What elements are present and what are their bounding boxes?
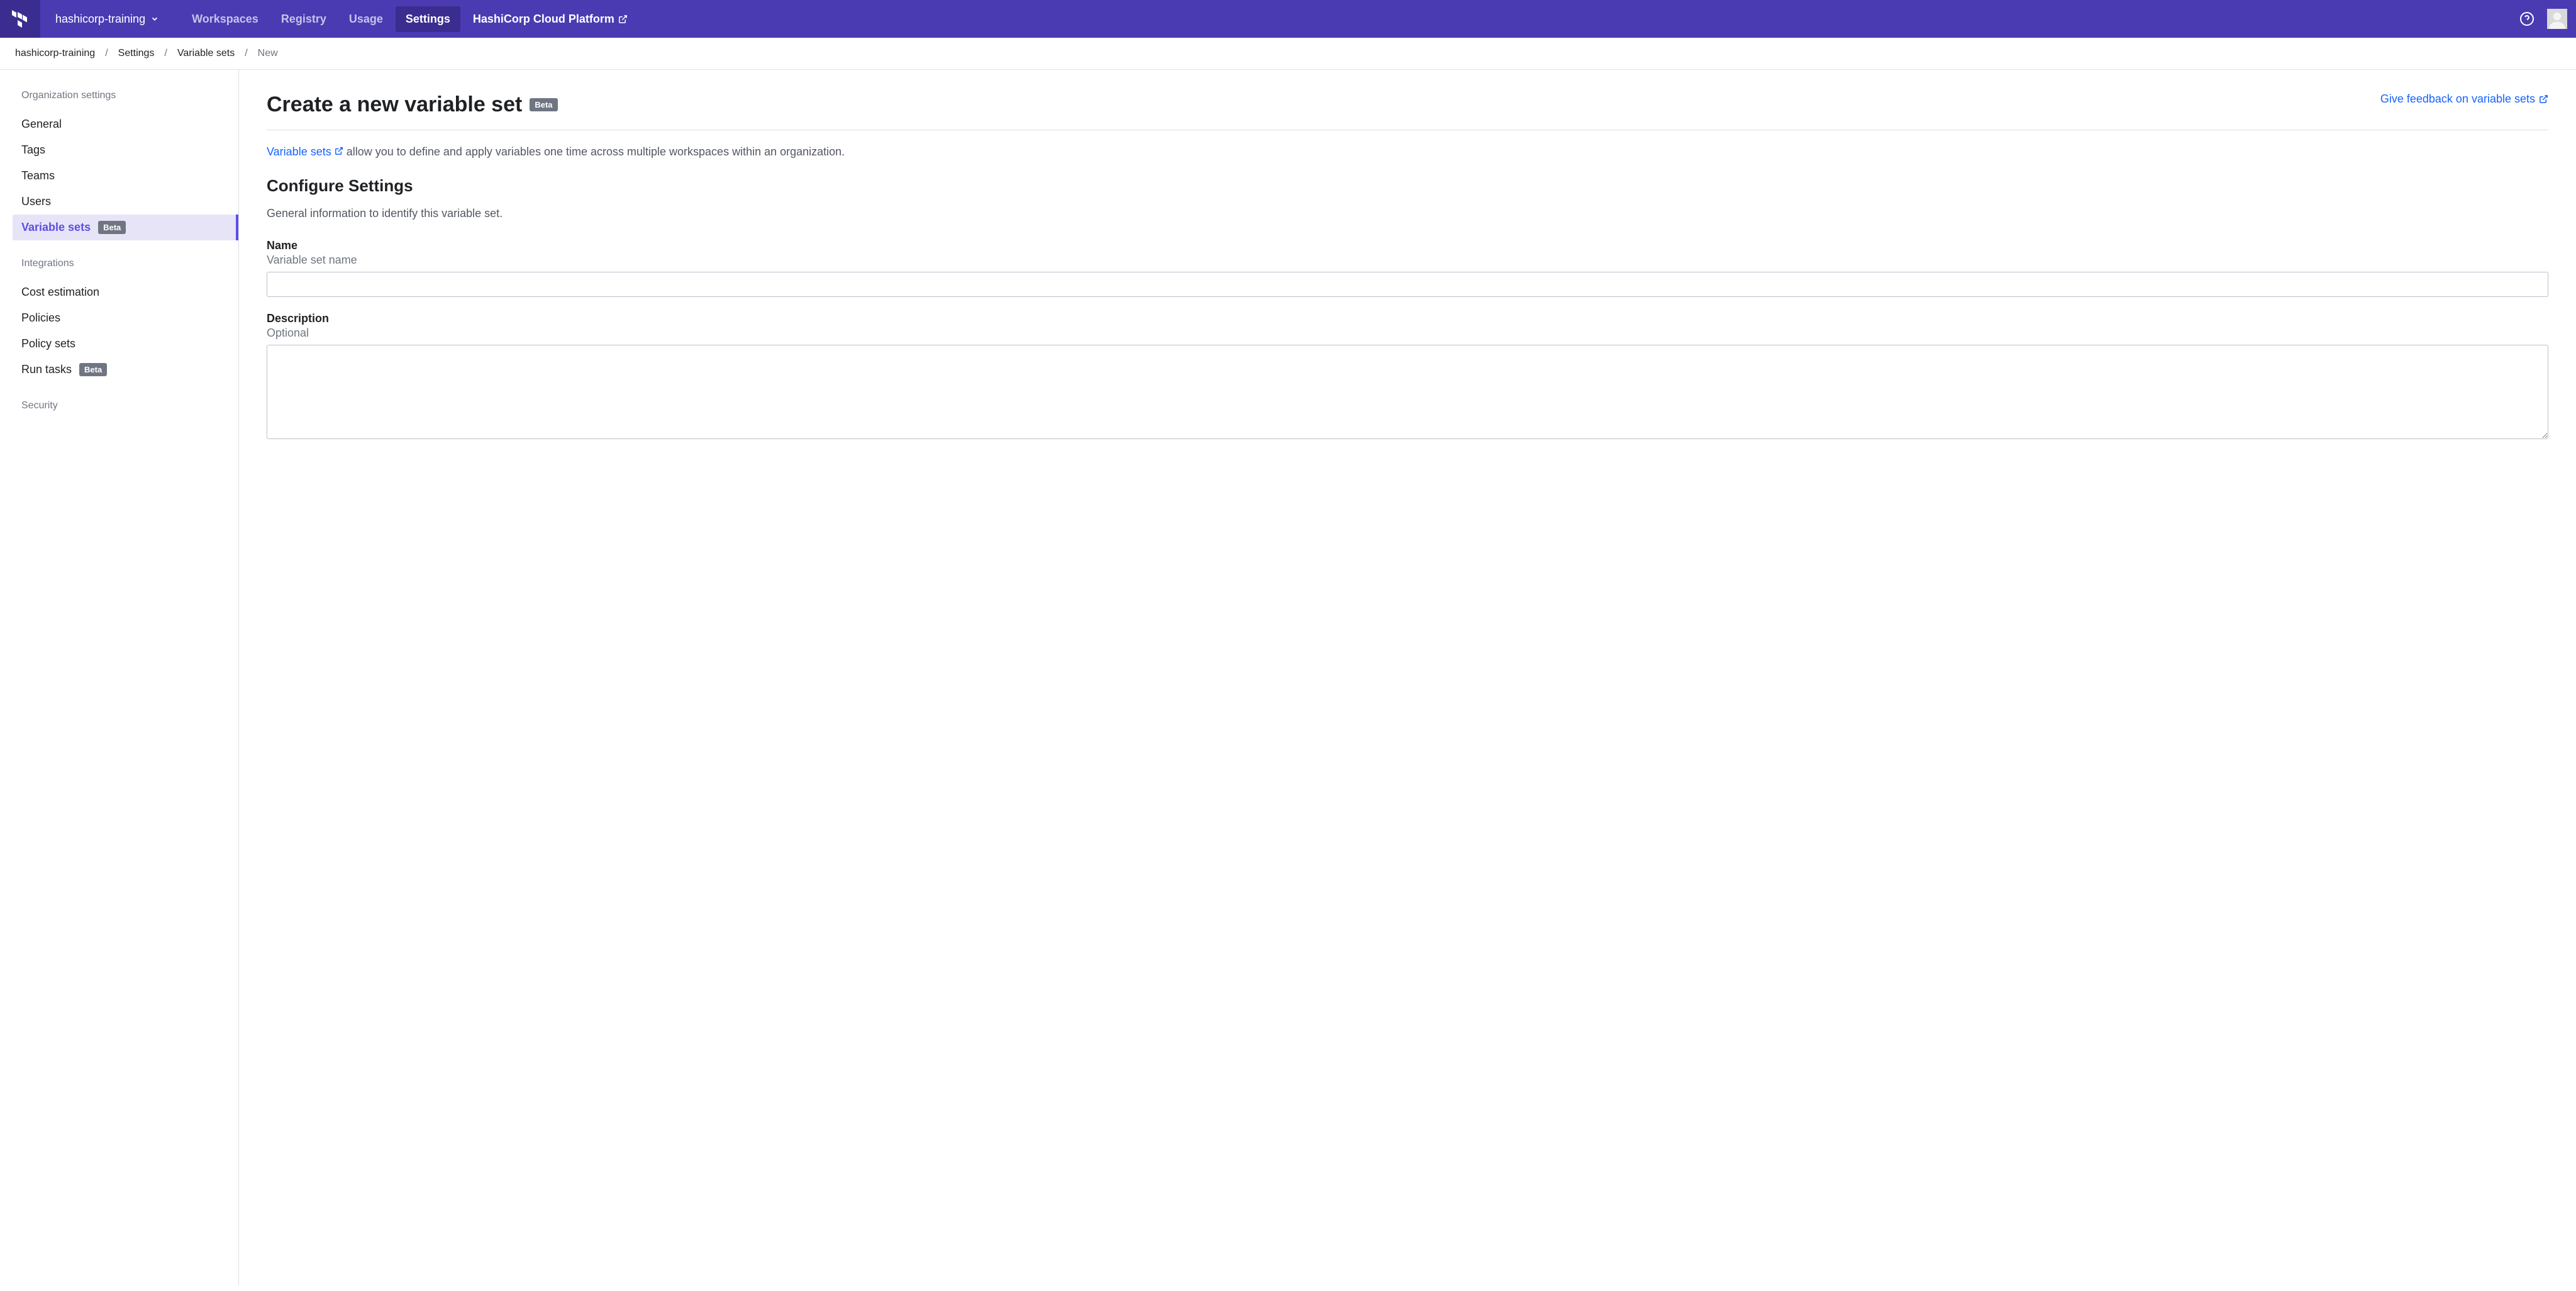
intro-rest: allow you to define and apply variables … (347, 145, 845, 158)
sidebar: Organization settings General Tags Teams… (0, 70, 239, 1285)
nav-usage[interactable]: Usage (339, 6, 393, 32)
sidebar-item-policy-sets[interactable]: Policy sets (0, 331, 238, 357)
sidebar-item-policies[interactable]: Policies (0, 305, 238, 331)
breadcrumb-varsets[interactable]: Variable sets (177, 48, 235, 59)
nav-hcp[interactable]: HashiCorp Cloud Platform (463, 6, 638, 32)
org-name: hashicorp-training (55, 13, 145, 26)
chevron-down-icon (150, 14, 159, 23)
variable-sets-doc-link[interactable]: Variable sets (267, 145, 347, 158)
breadcrumb-sep: / (105, 48, 108, 59)
breadcrumb-sep: / (245, 48, 247, 59)
nav-registry[interactable]: Registry (271, 6, 336, 32)
nav-hcp-label: HashiCorp Cloud Platform (473, 13, 614, 26)
beta-badge: Beta (98, 221, 126, 234)
sidebar-item-cost-estimation[interactable]: Cost estimation (0, 279, 238, 305)
org-switcher[interactable]: hashicorp-training (40, 13, 174, 26)
description-textarea[interactable] (267, 345, 2548, 439)
feedback-link[interactable]: Give feedback on variable sets (2380, 92, 2548, 106)
external-link-icon (335, 147, 343, 155)
terraform-logo[interactable] (0, 0, 40, 38)
breadcrumb-settings[interactable]: Settings (118, 48, 155, 59)
sidebar-item-tags[interactable]: Tags (0, 137, 238, 163)
feedback-link-label: Give feedback on variable sets (2380, 92, 2535, 106)
configure-settings-desc: General information to identify this var… (267, 207, 2548, 220)
sidebar-section-security: Security (0, 400, 238, 422)
configure-settings-heading: Configure Settings (267, 176, 2548, 196)
intro-link-label: Variable sets (267, 145, 331, 158)
external-link-icon (618, 14, 628, 24)
sidebar-section-integrations: Integrations (0, 258, 238, 279)
sidebar-item-variable-sets[interactable]: Variable sets Beta (13, 215, 238, 240)
description-hint: Optional (267, 327, 2548, 340)
breadcrumb-sep: / (164, 48, 167, 59)
name-label: Name (267, 239, 2548, 252)
external-link-icon (2539, 94, 2548, 104)
breadcrumb: hashicorp-training / Settings / Variable… (0, 38, 2576, 70)
sidebar-item-general[interactable]: General (0, 111, 238, 137)
breadcrumb-org[interactable]: hashicorp-training (15, 48, 95, 59)
sidebar-item-users[interactable]: Users (0, 189, 238, 215)
user-avatar[interactable] (2547, 9, 2567, 29)
help-icon[interactable] (2519, 11, 2534, 26)
name-hint: Variable set name (267, 254, 2548, 267)
main-content: Create a new variable set Beta Give feed… (239, 70, 2576, 1285)
sidebar-item-label: Variable sets (21, 221, 91, 234)
intro-text: Variable sets allow you to define and ap… (267, 145, 2548, 159)
beta-badge: Beta (530, 98, 557, 111)
breadcrumb-current: New (258, 48, 278, 59)
nav-settings[interactable]: Settings (396, 6, 460, 32)
name-input[interactable] (267, 272, 2548, 297)
sidebar-item-run-tasks[interactable]: Run tasks Beta (0, 357, 238, 383)
sidebar-item-label: Run tasks (21, 363, 72, 376)
sidebar-item-teams[interactable]: Teams (0, 163, 238, 189)
page-title-text: Create a new variable set (267, 92, 522, 117)
beta-badge: Beta (79, 363, 107, 376)
page-title: Create a new variable set Beta (267, 92, 558, 117)
nav-workspaces[interactable]: Workspaces (182, 6, 269, 32)
description-label: Description (267, 312, 2548, 325)
sidebar-section-org: Organization settings (0, 90, 238, 111)
